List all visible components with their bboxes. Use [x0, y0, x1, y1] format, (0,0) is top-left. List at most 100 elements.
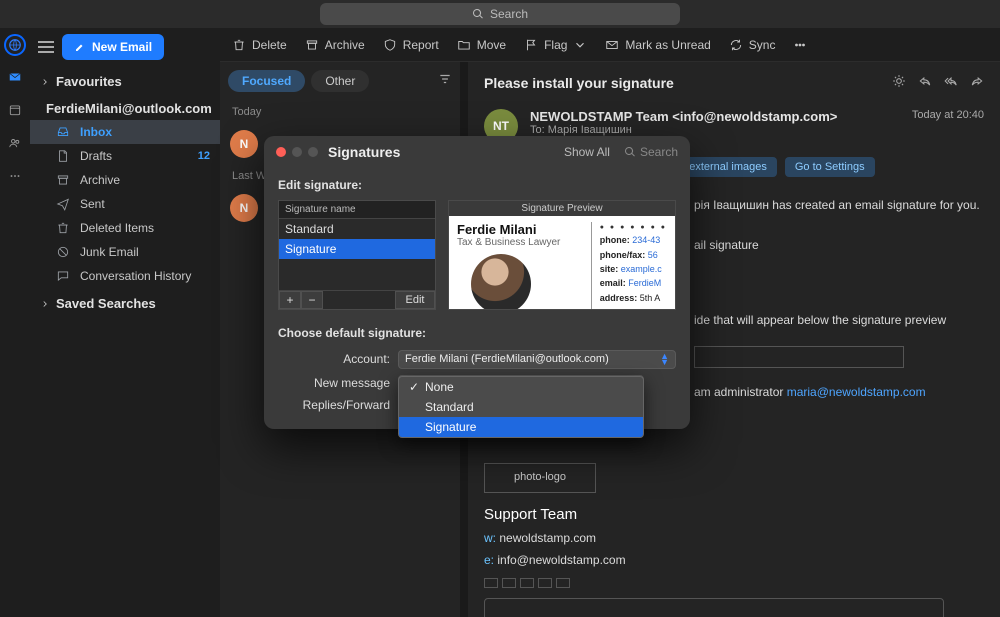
- forward-button[interactable]: [970, 74, 984, 91]
- report-button[interactable]: Report: [383, 38, 439, 52]
- sent-icon: [56, 197, 70, 211]
- org-switcher[interactable]: [4, 34, 26, 56]
- signature-item-signature[interactable]: Signature: [279, 239, 435, 259]
- signature-item-standard[interactable]: Standard: [279, 219, 435, 239]
- more-icon: [8, 169, 22, 183]
- forward-icon: [970, 74, 984, 88]
- shield-icon: [383, 38, 397, 52]
- quick-reply-box[interactable]: [484, 598, 944, 617]
- filter-icon: [438, 72, 452, 86]
- inbox-icon: [56, 125, 70, 139]
- flag-icon: [524, 38, 538, 52]
- close-icon[interactable]: [276, 147, 286, 157]
- sidebar-item-conversation[interactable]: Conversation History: [30, 264, 220, 288]
- remove-signature-button[interactable]: −: [301, 291, 323, 309]
- admin-email-link[interactable]: maria@newoldstamp.com: [787, 385, 926, 399]
- replies-forwards-select[interactable]: [398, 397, 644, 413]
- flag-button[interactable]: Flag: [524, 38, 587, 52]
- social-icons-row: [484, 578, 984, 588]
- zoom-icon: [308, 147, 318, 157]
- minimize-icon: [292, 147, 302, 157]
- new-email-label: New Email: [92, 40, 152, 54]
- go-to-settings-button[interactable]: Go to Settings: [785, 157, 875, 177]
- reply-icon: [918, 74, 932, 88]
- chevron-down-icon: [573, 38, 587, 52]
- reply-all-icon: [944, 74, 958, 88]
- photo-logo-placeholder: photo-logo: [484, 463, 596, 493]
- avatar: N: [230, 194, 258, 222]
- window-controls[interactable]: [276, 147, 318, 157]
- new-messages-select[interactable]: [398, 375, 644, 391]
- edit-signature-label: Edit signature:: [278, 178, 676, 192]
- edit-signature-button[interactable]: Edit: [395, 291, 435, 309]
- mail-icon: [8, 70, 22, 84]
- archive-button[interactable]: Archive: [305, 38, 365, 52]
- signature-preview: Signature Preview Ferdie Milani Tax & Bu…: [448, 200, 676, 310]
- app-rail: [0, 28, 30, 617]
- preview-title: Tax & Business Lawyer: [457, 237, 581, 248]
- sync-icon: [729, 38, 743, 52]
- sync-button[interactable]: Sync: [729, 38, 776, 52]
- archive-icon: [56, 173, 70, 187]
- toolbar-more[interactable]: [793, 38, 807, 52]
- message-time: Today at 20:40: [912, 109, 984, 143]
- account-select[interactable]: Ferdie Milani (FerdieMilani@outlook.com)…: [398, 350, 676, 369]
- rail-calendar[interactable]: [8, 103, 22, 122]
- folder-sidebar: New Email Favourites FerdieMilani@outloo…: [30, 28, 220, 617]
- sidebar-item-archive[interactable]: Archive: [30, 168, 220, 192]
- message-subject: Please install your signature: [484, 75, 674, 91]
- trash-icon: [56, 221, 70, 235]
- signatures-dialog: Signatures Show All Search Edit signatur…: [264, 136, 690, 429]
- add-signature-button[interactable]: +: [279, 291, 301, 309]
- new-email-button[interactable]: New Email: [62, 34, 164, 60]
- tab-focused[interactable]: Focused: [228, 70, 305, 92]
- sidebar-item-drafts[interactable]: Drafts12: [30, 144, 220, 168]
- drafts-count: 12: [198, 150, 210, 162]
- preview-header: Signature Preview: [449, 201, 675, 216]
- saved-searches-header[interactable]: Saved Searches: [30, 288, 220, 315]
- sun-icon: [892, 74, 906, 88]
- dialog-search[interactable]: Search: [624, 145, 678, 159]
- new-messages-label: New message: [278, 376, 398, 390]
- show-all-button[interactable]: Show All: [564, 145, 610, 159]
- archive-icon: [305, 38, 319, 52]
- filter-button[interactable]: [438, 72, 452, 91]
- delete-button[interactable]: Delete: [232, 38, 287, 52]
- reply-button[interactable]: [918, 74, 932, 91]
- from-name: NEWOLDSTAMP Team <info@newoldstamp.com>: [530, 109, 900, 124]
- more-icon: [793, 38, 807, 52]
- account-label: Account:: [278, 352, 398, 366]
- account-header[interactable]: FerdieMilani@outlook.com: [30, 93, 220, 120]
- folder-icon: [457, 38, 471, 52]
- calendar-icon: [8, 103, 22, 117]
- rail-more[interactable]: [8, 169, 22, 188]
- compose-icon: [74, 41, 86, 53]
- rail-people[interactable]: [8, 136, 22, 155]
- brightness-button[interactable]: [892, 74, 906, 91]
- to-line: To: Марія Іващишин: [530, 124, 900, 136]
- trash-icon: [232, 38, 246, 52]
- favourites-header[interactable]: Favourites: [30, 66, 220, 93]
- junk-icon: [56, 245, 70, 259]
- move-button[interactable]: Move: [457, 38, 506, 52]
- global-search[interactable]: Search: [320, 3, 680, 25]
- hamburger-button[interactable]: [38, 41, 54, 53]
- avatar: N: [230, 130, 258, 158]
- sidebar-item-deleted[interactable]: Deleted Items: [30, 216, 220, 240]
- sidebar-item-sent[interactable]: Sent: [30, 192, 220, 216]
- reply-all-button[interactable]: [944, 74, 958, 91]
- mark-unread-button[interactable]: Mark as Unread: [605, 38, 710, 52]
- global-search-placeholder: Search: [490, 7, 528, 21]
- choose-default-label: Choose default signature:: [278, 326, 676, 340]
- tab-other[interactable]: Other: [311, 70, 369, 92]
- replies-forwards-label: Replies/Forward: [278, 398, 398, 412]
- sidebar-item-junk[interactable]: Junk Email: [30, 240, 220, 264]
- support-team-title: Support Team: [484, 501, 984, 528]
- rail-mail[interactable]: [8, 70, 22, 89]
- dialog-title: Signatures: [328, 144, 400, 160]
- sidebar-item-inbox[interactable]: Inbox: [30, 120, 220, 144]
- preview-name: Ferdie Milani: [457, 222, 581, 237]
- chevron-right-icon: [40, 299, 50, 309]
- people-icon: [8, 136, 22, 150]
- updown-icon: ▲▼: [660, 353, 669, 366]
